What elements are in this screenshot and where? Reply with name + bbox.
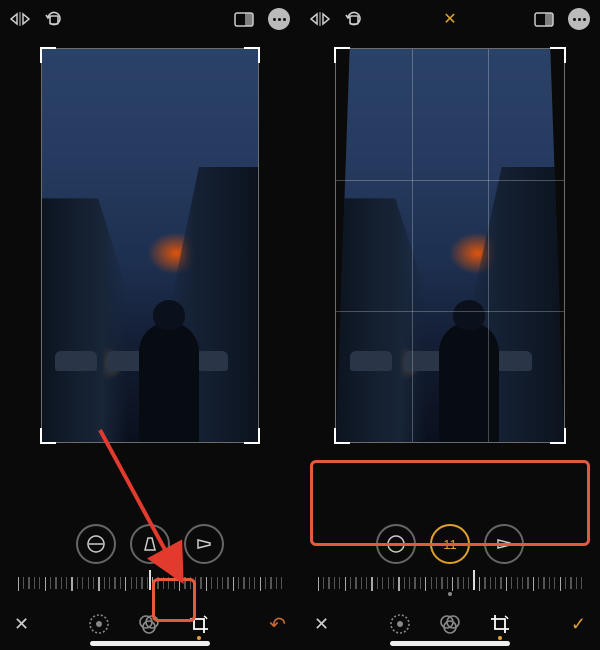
- cancel-button[interactable]: ✕: [14, 614, 29, 635]
- vertical-perspective-button[interactable]: 11: [430, 524, 470, 564]
- perspective-value: 11: [443, 537, 457, 552]
- top-toolbar: ✕: [300, 0, 600, 38]
- revert-button[interactable]: ↶: [269, 612, 286, 637]
- rotate-icon[interactable]: [344, 10, 362, 28]
- top-toolbar: [0, 0, 300, 38]
- crop-frame[interactable]: [335, 48, 565, 443]
- photo-preview: [336, 49, 564, 442]
- more-menu-button[interactable]: [268, 8, 290, 30]
- aspect-ratio-icon[interactable]: [534, 12, 554, 27]
- ruler-indicator: [473, 570, 475, 590]
- crop-frame[interactable]: [41, 48, 259, 443]
- adjustment-ruler[interactable]: [300, 570, 600, 598]
- flip-horizontal-icon[interactable]: [310, 12, 330, 26]
- adjust-tool[interactable]: [85, 610, 113, 638]
- vertical-perspective-button[interactable]: [130, 524, 170, 564]
- crop-tool[interactable]: [185, 610, 213, 638]
- horizontal-perspective-button[interactable]: [184, 524, 224, 564]
- crop-canvas[interactable]: [300, 42, 600, 516]
- flip-horizontal-icon[interactable]: [10, 12, 30, 26]
- straighten-button[interactable]: [76, 524, 116, 564]
- straighten-button[interactable]: [376, 524, 416, 564]
- horizontal-perspective-button[interactable]: [484, 524, 524, 564]
- editor-pane-after: ✕ 11: [300, 0, 600, 650]
- reset-button[interactable]: ✕: [443, 9, 456, 29]
- ruler-origin-dot: [448, 592, 452, 596]
- crop-tool[interactable]: [486, 610, 514, 638]
- filters-tool[interactable]: [135, 610, 163, 638]
- photo-preview: [42, 49, 258, 442]
- transform-controls: [0, 524, 300, 564]
- crop-canvas[interactable]: [0, 42, 300, 516]
- home-indicator: [90, 641, 210, 646]
- done-button[interactable]: ✓: [571, 614, 586, 635]
- cancel-button[interactable]: ✕: [314, 614, 329, 635]
- rotate-icon[interactable]: [44, 10, 62, 28]
- active-tool-dot: [197, 636, 201, 640]
- adjustment-ruler[interactable]: [0, 570, 300, 598]
- active-tool-dot: [498, 636, 502, 640]
- transform-controls: 11: [300, 524, 600, 564]
- editor-pane-before: ✕ ↶: [0, 0, 300, 650]
- more-menu-button[interactable]: [568, 8, 590, 30]
- aspect-ratio-icon[interactable]: [234, 12, 254, 27]
- filters-tool[interactable]: [436, 610, 464, 638]
- ruler-indicator: [149, 570, 151, 590]
- home-indicator: [390, 641, 510, 646]
- adjust-tool[interactable]: [386, 610, 414, 638]
